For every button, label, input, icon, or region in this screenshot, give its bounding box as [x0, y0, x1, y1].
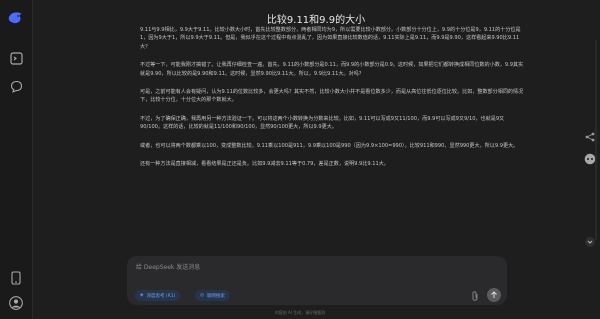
message-paragraph: 不过，为了确保正确，我再用另一种方法验证一下。可以将这两个小数转换为分数来比较。… — [140, 115, 505, 131]
scrollbar[interactable] — [595, 40, 597, 240]
message-paragraph: 9.11与9.9相比，9.9大于9.11。比较小数大小时，首先比较整数部分，两者… — [140, 27, 521, 50]
deep-think-toggle[interactable]: ◈ 深度思考 (R1) — [135, 290, 181, 301]
message-input[interactable]: 给 DeepSeek 发送消息 — [136, 262, 200, 271]
globe-icon: ◎ — [200, 293, 204, 298]
message-composer[interactable]: 给 DeepSeek 发送消息 ◈ 深度思考 (R1) ◎ 联网搜索 — [127, 256, 507, 305]
message-paragraph: 或者，也可以将两个数都乘以100，变成整数比较。9.11乘以100是911，9.… — [140, 142, 519, 149]
deepseek-logo-icon[interactable] — [8, 10, 24, 26]
message-paragraph: 还有一种方法是直接相减，看看结果是正还是负。比如9.9减去9.11等于0.79，… — [140, 161, 389, 168]
atom-icon: ◈ — [140, 293, 144, 298]
disclaimer: 内容由 AI 生成，请仔细甄别 — [274, 310, 326, 315]
content-fade — [140, 210, 530, 250]
user-avatar-icon[interactable] — [8, 295, 24, 311]
new-chat-icon[interactable] — [8, 50, 24, 66]
phone-icon[interactable] — [8, 270, 24, 286]
web-search-label: 联网搜索 — [206, 293, 225, 299]
web-search-toggle[interactable]: ◎ 联网搜索 — [195, 290, 230, 301]
message-paragraph: 可是，之前可能有人会有疑问，认为9.11的位数比较多，会更大吗？其实不然，比较小… — [140, 89, 524, 104]
send-button[interactable] — [487, 288, 501, 302]
left-sidebar — [0, 0, 33, 319]
deep-think-label: 深度思考 (R1) — [146, 293, 176, 299]
attach-icon[interactable] — [469, 290, 481, 302]
message-paragraph: 不过等一下，可能我刚才搞错了。让我再仔细检查一遍。首先，9.11的小数部分是0.… — [140, 62, 524, 77]
arrow-up-icon — [491, 291, 497, 298]
chat-bubble-icon[interactable] — [8, 78, 24, 94]
